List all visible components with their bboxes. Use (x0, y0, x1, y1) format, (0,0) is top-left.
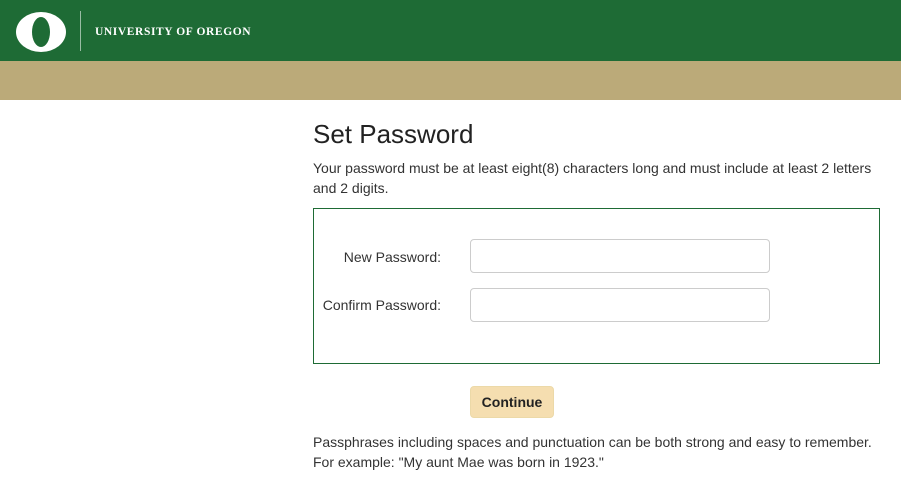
new-password-input[interactable] (470, 239, 770, 273)
new-password-label: New Password: (343, 249, 441, 265)
passphrase-hint: Passphrases including spaces and punctua… (313, 432, 893, 472)
site-header: UNIVERSITY OF OREGON (0, 0, 901, 61)
university-name[interactable]: UNIVERSITY OF OREGON (95, 25, 251, 39)
passphrase-hint-line-2: For example: "My aunt Mae was born in 19… (313, 454, 604, 470)
uo-o-logo-icon[interactable] (16, 12, 66, 52)
set-password-form: New Password: Confirm Password: (313, 208, 880, 364)
continue-button[interactable]: Continue (470, 386, 554, 418)
page-title: Set Password (313, 119, 474, 149)
header-accent-bar (0, 61, 901, 100)
confirm-password-input[interactable] (470, 288, 770, 322)
header-divider (80, 11, 81, 51)
password-requirements-text: Your password must be at least eight(8) … (313, 160, 872, 196)
passphrase-hint-line-1: Passphrases including spaces and punctua… (313, 434, 872, 450)
confirm-password-label: Confirm Password: (322, 297, 441, 313)
